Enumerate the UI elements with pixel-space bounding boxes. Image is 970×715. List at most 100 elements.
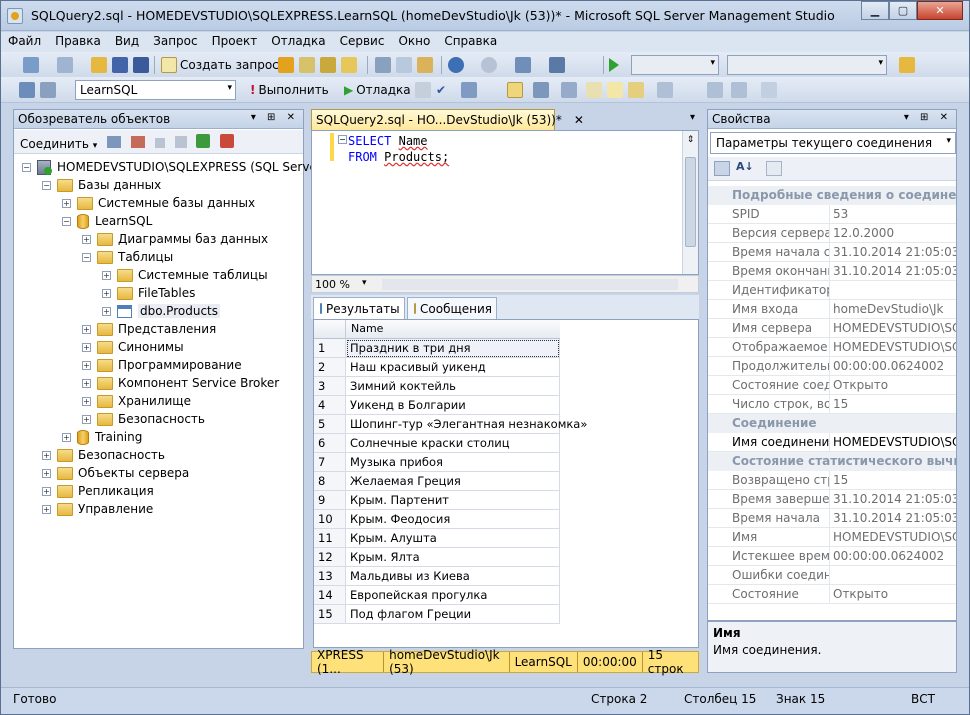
collapse-icon[interactable]: − [22,162,31,172]
tree-node[interactable]: + Программирование [82,356,242,374]
analysis-query-icon[interactable] [299,56,315,74]
comment-icon[interactable] [657,81,673,99]
cut-icon[interactable] [375,56,391,74]
result-cell[interactable]: Крым. Ялта [346,548,560,567]
property-row[interactable]: Состояние Открыто [708,585,956,604]
results-to-grid-icon[interactable] [507,81,523,99]
property-row[interactable]: Время завершен 31.10.2014 21:05:03 [708,490,956,509]
column-header-name[interactable]: Name [346,320,560,339]
tree-node[interactable]: + Training [62,428,142,446]
xmla-query-icon[interactable] [341,56,357,74]
query-options-icon[interactable] [533,81,549,99]
redo-icon[interactable] [481,56,497,74]
tab-dropdown-icon[interactable]: ▾ [690,112,695,123]
connect-icon[interactable] [19,81,35,99]
close-tab-icon[interactable]: ✕ [574,113,584,127]
connect-button[interactable]: Соединить [20,137,89,151]
expand-icon[interactable]: + [82,396,91,406]
property-row[interactable]: Имя соединенияHOMEDEVSTUDIO\SQLE [708,433,956,452]
tree-node[interactable]: − LearnSQL [62,212,152,230]
db-engine-query-icon[interactable] [278,56,294,74]
chevron-down-icon[interactable]: ▾ [93,141,98,151]
disconnect-icon[interactable] [130,136,145,148]
save-all-icon[interactable] [133,56,149,74]
start-icon[interactable] [609,56,619,74]
include-plan-icon[interactable] [561,81,577,99]
sql-code[interactable]: SELECT Name FROM Products; [348,133,449,165]
menu-tools[interactable]: Сервис [333,32,392,48]
alphabetical-icon[interactable]: A↓ [736,160,754,173]
cancel-query-icon[interactable] [415,81,431,99]
menu-query[interactable]: Запрос [146,32,204,48]
tree-node[interactable]: + Хранилище [82,392,191,410]
property-category[interactable]: Состояние статистического вычислен [708,452,956,471]
tree-node[interactable]: + Синонимы [82,338,184,356]
row-number[interactable]: 4 [314,396,346,415]
properties-object-select[interactable]: Параметры текущего соединения ▾ [710,132,956,154]
menu-edit[interactable]: Правка [48,32,108,48]
tree-node[interactable]: + Безопасность [82,410,205,428]
result-cell[interactable]: Солнечные краски столиц [346,434,560,453]
tree-node[interactable]: − HOMEDEVSTUDIO\SQLEXPRESS (SQL Server 12 [22,158,341,176]
property-row[interactable]: Время начала 31.10.2014 21:05:03 [708,509,956,528]
zoom-level[interactable]: 100 % [315,278,350,291]
menu-window[interactable]: Окно [391,32,437,48]
tab-messages[interactable]: Сообщения [407,297,497,319]
row-number[interactable]: 11 [314,529,346,548]
execute-button[interactable]: ! Выполнить [250,81,329,99]
collapse-icon[interactable]: − [42,180,51,190]
property-row[interactable]: ИмяHOMEDEVSTUDIO\SQLE [708,528,956,547]
property-category[interactable]: Соединение [708,414,956,433]
row-number[interactable]: 2 [314,358,346,377]
tree-node[interactable]: + Управление [42,500,153,518]
property-row[interactable]: Время окончани 31.10.2014 21:05:03 [708,262,956,281]
open-file-icon[interactable] [91,56,107,74]
row-number[interactable]: 9 [314,491,346,510]
expand-icon[interactable]: + [102,306,111,316]
expand-icon[interactable]: + [42,468,51,478]
copy-icon[interactable] [396,56,412,74]
database-select[interactable]: LearnSQL ▾ [75,80,236,100]
collapse-icon[interactable]: − [62,216,71,226]
categorized-icon[interactable] [714,161,730,176]
property-row[interactable]: Имя входа homeDevStudio\Jk [708,300,956,319]
change-connection-icon[interactable] [40,81,56,99]
result-cell[interactable]: Мальдивы из Киева [346,567,560,586]
collapse-icon[interactable]: − [82,252,91,262]
tree-node[interactable]: + FileTables [102,284,195,302]
tree-node[interactable]: − Базы данных [42,176,161,194]
property-row[interactable]: Идентификатор т [708,281,956,300]
row-number[interactable]: 8 [314,472,346,491]
maximize-button[interactable]: ▢ [889,1,917,20]
stop-icon[interactable] [154,138,165,148]
property-row[interactable]: SPID 53 [708,205,956,224]
display-plan-icon[interactable] [461,81,477,99]
row-number[interactable]: 10 [314,510,346,529]
query-document-tab[interactable]: SQLQuery2.sql - HO...DevStudio\Jk (53))*… [311,109,584,130]
tree-node[interactable]: + Безопасность [42,446,165,464]
property-row[interactable]: Состояние соеди Открыто [708,376,956,395]
result-cell[interactable]: Музыка прибоя [346,453,560,472]
parse-icon[interactable]: ✔ [436,81,446,99]
menu-project[interactable]: Проект [205,32,265,48]
expand-icon[interactable]: + [82,324,91,334]
property-row[interactable]: Продолжительно00:00:00.0624002 [708,357,956,376]
save-icon[interactable] [112,56,128,74]
property-row[interactable]: Версия сервера 12.0.2000 [708,224,956,243]
tree-node[interactable]: + Компонент Service Broker [82,374,279,392]
properties-folder-icon[interactable] [899,56,915,74]
expand-icon[interactable]: + [82,342,91,352]
row-number[interactable]: 6 [314,434,346,453]
tree-node[interactable]: + Репликация [42,482,154,500]
result-cell[interactable]: Крым. Алушта [346,529,560,548]
expand-icon[interactable]: + [82,234,91,244]
property-category[interactable]: Подробные сведения о соединении [708,186,956,205]
result-cell[interactable]: Европейская прогулка [346,586,560,605]
result-cell[interactable]: Уикенд в Болгарии [346,396,560,415]
tree-node[interactable]: − Таблицы [82,248,173,266]
row-number[interactable]: 13 [314,567,346,586]
results-grid[interactable]: Name 1 Праздник в три дня 2 Наш красивый уи… [313,319,699,648]
result-cell[interactable]: Крым. Партенит [346,491,560,510]
row-number[interactable]: 5 [314,415,346,434]
result-cell[interactable]: Крым. Феодосия [346,510,560,529]
